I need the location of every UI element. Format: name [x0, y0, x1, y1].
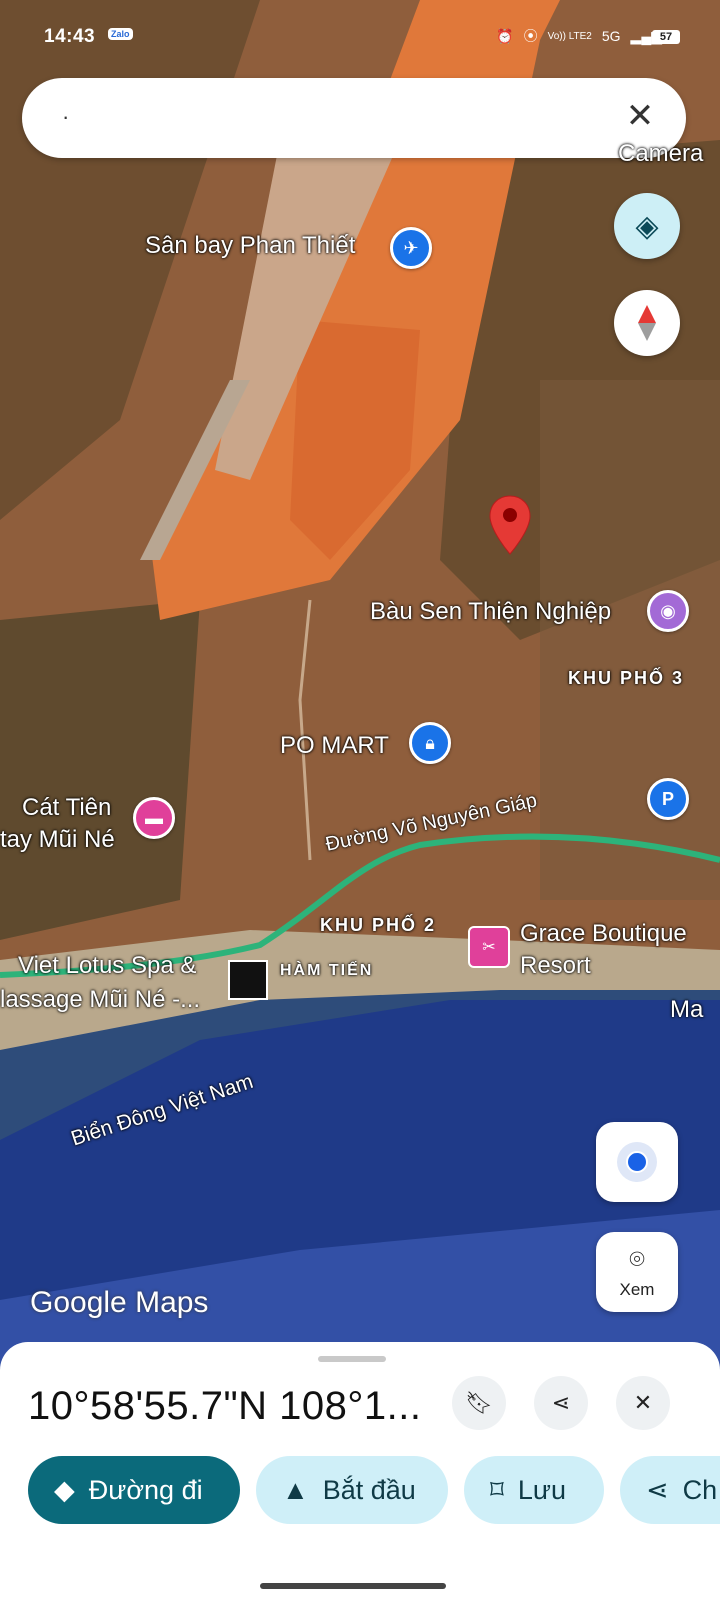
grace-label-line1[interactable]: Grace Boutique — [520, 920, 687, 948]
sheet-drag-handle[interactable] — [318, 1356, 386, 1362]
bookmark-icon: 🔖︎ — [465, 1390, 493, 1415]
camera-lens-icon: ⌾ — [629, 1244, 645, 1274]
compass-icon — [638, 305, 656, 341]
start-button[interactable]: ▲ Bắt đầu — [256, 1456, 448, 1524]
khu-pho-3-label: KHU PHỐ 3 — [568, 668, 685, 688]
zalo-notification-icon: Zalo — [108, 28, 133, 40]
parking-icon: P — [661, 788, 674, 809]
po-mart-pin[interactable]: 🔒︎ — [409, 722, 451, 764]
gesture-nav-bar[interactable] — [260, 1583, 446, 1589]
share-icon: ⋖ — [551, 1390, 571, 1415]
start-label: Bắt đầu — [322, 1474, 416, 1505]
camera-icon: ◉ — [660, 600, 676, 621]
coordinates-title: 10°58'55.7"N 108°1... — [28, 1384, 422, 1428]
directions-button[interactable]: ◆ Đường đi — [28, 1456, 240, 1524]
grace-resort-pin[interactable]: ✂ — [468, 926, 510, 968]
status-icons: ⏰ ⦿ Vo)) LTE2 5G ▂▄▆ — [496, 26, 662, 46]
khu-pho-2-label: KHU PHỐ 2 — [320, 915, 437, 935]
cat-tien-pin[interactable]: ▬ — [133, 797, 175, 839]
shopping-bag-icon: 🔒︎ — [425, 732, 435, 753]
close-icon[interactable]: ✕ — [620, 96, 660, 136]
my-location-button[interactable] — [596, 1122, 678, 1202]
location-icon: ⦿ — [523, 28, 538, 44]
viet-lotus-label-line2[interactable]: lassage Mũi Né -... — [0, 986, 200, 1014]
close-sheet-button[interactable]: ✕ — [616, 1376, 670, 1430]
save-button[interactable]: ⌑ Lưu — [464, 1456, 604, 1524]
share-label: Ch — [682, 1474, 718, 1505]
airport-pin[interactable]: ✈ — [390, 227, 432, 269]
bookmark-icon: ⌑ — [490, 1474, 504, 1505]
status-bar: 14:43 Zalo ⏰ ⦿ Vo)) LTE2 5G ▂▄▆ 57 — [0, 0, 720, 70]
place-sheet[interactable]: 10°58'55.7"N 108°1... 🔖︎ ⋖ ✕ ◆ Đường đi … — [0, 1342, 720, 1600]
network-label: Vo)) LTE2 — [547, 30, 592, 42]
bau-sen-pin[interactable]: ◉ — [647, 590, 689, 632]
save-icon-button[interactable]: 🔖︎ — [452, 1376, 506, 1430]
close-icon: ✕ — [633, 1390, 653, 1415]
share-icon-button[interactable]: ⋖ — [534, 1376, 588, 1430]
share-button[interactable]: ⋖ Ch — [620, 1456, 720, 1524]
directions-label: Đường đi — [88, 1474, 203, 1505]
grace-label-line2[interactable]: Resort — [520, 952, 591, 980]
po-mart-label[interactable]: PO MART — [280, 732, 389, 760]
battery-level: 57 — [652, 30, 680, 44]
navigation-arrow-icon: ▲ — [282, 1474, 309, 1505]
lens-button[interactable]: ⌾ Xem — [596, 1232, 678, 1312]
cat-tien-label-line2[interactable]: tay Mũi Né — [0, 826, 115, 854]
viet-lotus-thumbnail[interactable] — [228, 960, 268, 1000]
search-bar[interactable]: · ✕ — [22, 78, 686, 158]
compass-button[interactable] — [614, 290, 680, 356]
beach-umbrella-icon: ✂ — [482, 939, 496, 956]
ham-tien-label: HÀM TIẾN — [280, 962, 374, 979]
alarm-icon: ⏰ — [496, 27, 514, 44]
cat-tien-label-line1[interactable]: Cát Tiên — [22, 794, 111, 822]
parking-pin[interactable]: P — [647, 778, 689, 820]
airport-label[interactable]: Sân bay Phan Thiết — [145, 232, 355, 260]
hotel-icon: ▬ — [145, 807, 163, 828]
layers-button[interactable]: ◈ — [614, 193, 680, 259]
google-maps-logo: Google Maps — [30, 1286, 209, 1319]
status-time: 14:43 — [44, 26, 96, 47]
bau-sen-label[interactable]: Bàu Sen Thiện Nghiệp — [370, 598, 611, 626]
net-type: 5G — [601, 28, 621, 44]
dropped-pin-marker[interactable] — [487, 494, 533, 556]
share-icon: ⋖ — [646, 1474, 669, 1505]
viet-lotus-label-line1[interactable]: Viet Lotus Spa & — [18, 952, 196, 980]
directions-icon: ◆ — [54, 1474, 75, 1505]
save-label: Lưu — [517, 1474, 566, 1505]
airplane-icon: ✈ — [403, 237, 419, 258]
search-query[interactable]: · — [62, 104, 69, 130]
lens-label: Xem — [619, 1280, 655, 1299]
ma-label-partial: Ma — [670, 996, 704, 1023]
camera-label-partial: Camera — [618, 140, 704, 167]
my-location-icon — [617, 1142, 657, 1182]
layers-icon: ◈ — [635, 209, 659, 243]
